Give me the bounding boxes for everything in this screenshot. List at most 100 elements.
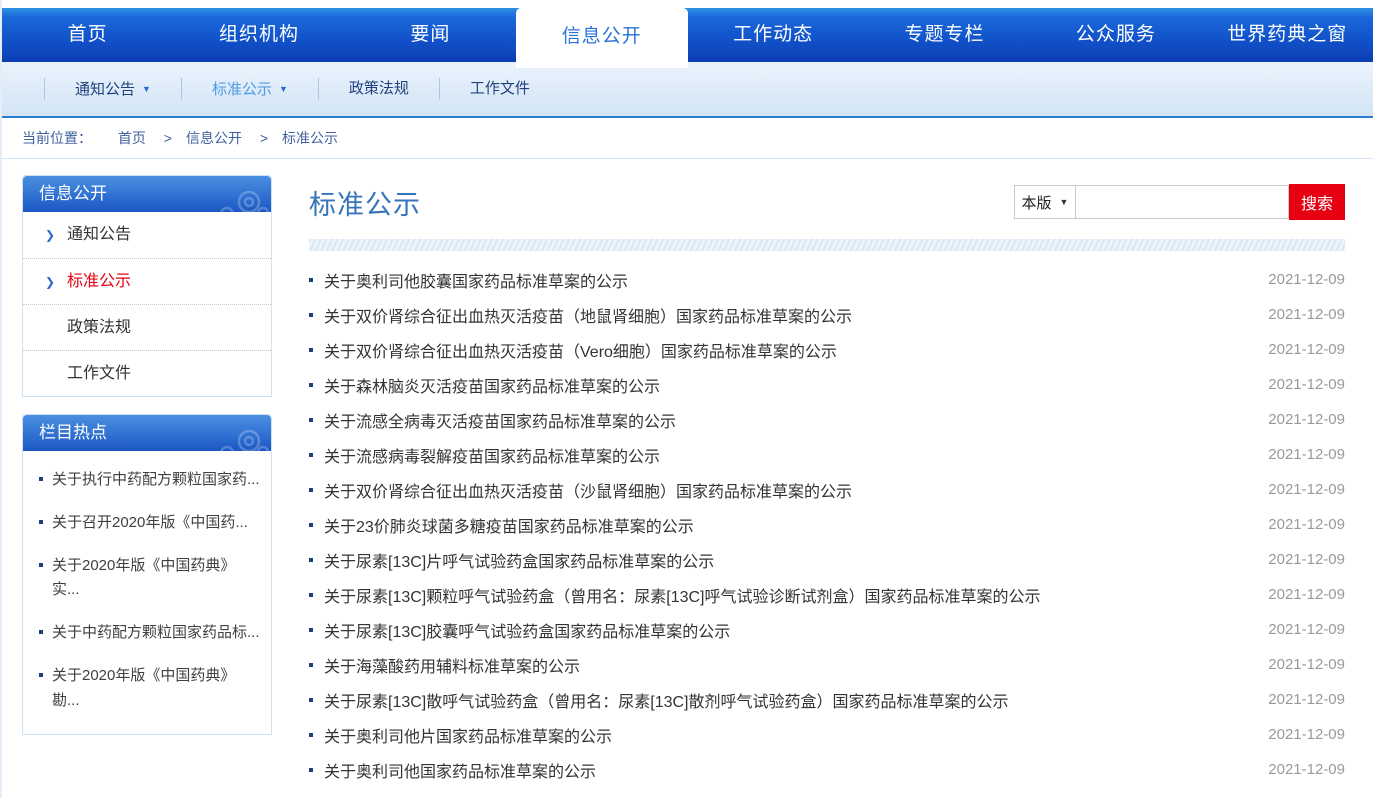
article-row[interactable]: 关于尿素[13C]颗粒呼气试验药盒（曾用名：尿素[13C]呼气试验诊断试剂盒）国… <box>309 577 1345 612</box>
bullet-icon <box>309 663 313 667</box>
primary-nav-item[interactable]: 首页 <box>2 8 173 62</box>
primary-nav-item[interactable]: 世界药典之窗 <box>1202 8 1373 62</box>
content-area: 信息公开 ❯ 通知公告 ❯ <box>2 159 1373 787</box>
article-title[interactable]: 关于奥利司他片国家药品标准草案的公示 <box>324 723 1248 747</box>
article-row[interactable]: 关于尿素[13C]片呼气试验药盒国家药品标准草案的公示 2021-12-09 <box>309 542 1345 577</box>
hot-topic-link[interactable]: 关于2020年版《中国药典》实... <box>39 545 261 613</box>
primary-nav-item[interactable]: 组织机构 <box>173 8 344 62</box>
breadcrumb-link[interactable]: 信息公开 <box>186 130 242 146</box>
article-title[interactable]: 关于双价肾综合征出血热灭活疫苗（Vero细胞）国家药品标准草案的公示 <box>324 338 1248 362</box>
search-input[interactable] <box>1076 185 1289 219</box>
article-title[interactable]: 关于23价肺炎球菌多糖疫苗国家药品标准草案的公示 <box>324 513 1248 537</box>
breadcrumb-separator: > <box>260 130 268 146</box>
primary-nav-label: 世界药典之窗 <box>1227 24 1347 45</box>
bullet-icon <box>309 348 313 352</box>
sidebar-menu-title-text: 信息公开 <box>39 184 107 203</box>
arrow-right-icon: ❯ <box>45 259 55 305</box>
sidebar-menu-item[interactable]: ❯ 政策法规 <box>23 304 271 350</box>
secondary-nav-label: 工作文件 <box>470 80 530 97</box>
primary-nav-item[interactable]: 信息公开 <box>516 8 687 68</box>
article-row[interactable]: 关于尿素[13C]胶囊呼气试验药盒国家药品标准草案的公示 2021-12-09 <box>309 612 1345 647</box>
hot-topic-link[interactable]: 关于执行中药配方颗粒国家药... <box>39 459 261 502</box>
article-row[interactable]: 关于双价肾综合征出血热灭活疫苗（地鼠肾细胞）国家药品标准草案的公示 2021-1… <box>309 297 1345 332</box>
article-row[interactable]: 关于23价肺炎球菌多糖疫苗国家药品标准草案的公示 2021-12-09 <box>309 507 1345 542</box>
article-row[interactable]: 关于奥利司他胶囊国家药品标准草案的公示 2021-12-09 <box>309 262 1345 297</box>
arrow-right-icon: ❯ <box>45 212 55 258</box>
primary-nav-label: 专题专栏 <box>905 24 985 45</box>
article-title[interactable]: 关于尿素[13C]片呼气试验药盒国家药品标准草案的公示 <box>324 548 1248 572</box>
article-title[interactable]: 关于奥利司他国家药品标准草案的公示 <box>324 758 1248 782</box>
article-title[interactable]: 关于奥利司他胶囊国家药品标准草案的公示 <box>324 268 1248 292</box>
article-date: 2021-12-09 <box>1268 726 1345 743</box>
secondary-nav-label: 政策法规 <box>349 80 409 97</box>
article-row[interactable]: 关于奥利司他片国家药品标准草案的公示 2021-12-09 <box>309 717 1345 752</box>
search-button[interactable]: 搜索 <box>1289 184 1345 220</box>
article-date: 2021-12-09 <box>1268 271 1345 288</box>
article-title[interactable]: 关于尿素[13C]胶囊呼气试验药盒国家药品标准草案的公示 <box>324 618 1248 642</box>
article-date: 2021-12-09 <box>1268 761 1345 778</box>
bullet-icon <box>309 733 313 737</box>
article-row[interactable]: 关于奥利司他国家药品标准草案的公示 2021-12-09 <box>309 752 1345 787</box>
secondary-nav-item[interactable]: 工作文件▼ <box>439 78 560 100</box>
bullet-icon <box>309 488 313 492</box>
bullet-icon <box>309 278 313 282</box>
article-row[interactable]: 关于海藻酸药用辅料标准草案的公示 2021-12-09 <box>309 647 1345 682</box>
sidebar-menu-item-label: 政策法规 <box>67 319 131 336</box>
article-title[interactable]: 关于双价肾综合征出血热灭活疫苗（地鼠肾细胞）国家药品标准草案的公示 <box>324 303 1248 327</box>
bullet-icon <box>309 593 313 597</box>
article-title[interactable]: 关于流感全病毒灭活疫苗国家药品标准草案的公示 <box>324 408 1248 432</box>
primary-nav-item[interactable]: 公众服务 <box>1030 8 1201 62</box>
hot-topic-link[interactable]: 关于2020年版《中国药典》勘... <box>39 655 261 723</box>
sidebar-menu-item-label: 通知公告 <box>67 226 131 243</box>
secondary-nav-item[interactable]: 通知公告▼ <box>44 78 181 100</box>
secondary-nav-label: 标准公示 <box>212 81 272 98</box>
primary-nav-label: 信息公开 <box>562 26 642 47</box>
primary-nav-label: 要闻 <box>410 24 450 45</box>
article-date: 2021-12-09 <box>1268 656 1345 673</box>
article-row[interactable]: 关于尿素[13C]散呼气试验药盒（曾用名：尿素[13C]散剂呼气试验药盒）国家药… <box>309 682 1345 717</box>
chevron-down-icon: ▼ <box>279 78 288 100</box>
article-title[interactable]: 关于森林脑炎灭活疫苗国家药品标准草案的公示 <box>324 373 1248 397</box>
breadcrumb-link[interactable]: 首页 <box>118 130 146 146</box>
secondary-nav-label: 通知公告 <box>75 81 135 98</box>
hot-topics-list: 关于执行中药配方颗粒国家药... 关于召开2020年版《中国药... 关于202… <box>23 451 271 734</box>
sidebar-menu-title: 信息公开 <box>23 176 271 212</box>
sidebar-menu-item[interactable]: ❯ 通知公告 <box>23 212 271 258</box>
secondary-nav-item[interactable]: 政策法规▼ <box>318 78 439 100</box>
bullet-icon <box>309 453 313 457</box>
article-row[interactable]: 关于森林脑炎灭活疫苗国家药品标准草案的公示 2021-12-09 <box>309 367 1345 402</box>
article-row[interactable]: 关于流感病毒裂解疫苗国家药品标准草案的公示 2021-12-09 <box>309 437 1345 472</box>
article-date: 2021-12-09 <box>1268 446 1345 463</box>
hot-topic-link[interactable]: 关于召开2020年版《中国药... <box>39 502 261 545</box>
article-title[interactable]: 关于尿素[13C]散呼气试验药盒（曾用名：尿素[13C]散剂呼气试验药盒）国家药… <box>324 688 1248 712</box>
article-date: 2021-12-09 <box>1268 621 1345 638</box>
hot-topic-link[interactable]: 关于中药配方颗粒国家药品标... <box>39 612 261 655</box>
article-row[interactable]: 关于流感全病毒灭活疫苗国家药品标准草案的公示 2021-12-09 <box>309 402 1345 437</box>
article-title[interactable]: 关于海藻酸药用辅料标准草案的公示 <box>324 653 1248 677</box>
sidebar-menu-box: 信息公开 ❯ 通知公告 ❯ <box>22 175 272 397</box>
article-date: 2021-12-09 <box>1268 411 1345 428</box>
article-date: 2021-12-09 <box>1268 551 1345 568</box>
main-header: 标准公示 本版 ▼ 搜索 <box>309 175 1345 222</box>
article-title[interactable]: 关于双价肾综合征出血热灭活疫苗（沙鼠肾细胞）国家药品标准草案的公示 <box>324 478 1248 502</box>
article-row[interactable]: 关于双价肾综合征出血热灭活疫苗（Vero细胞）国家药品标准草案的公示 2021-… <box>309 332 1345 367</box>
primary-nav-item[interactable]: 要闻 <box>345 8 516 62</box>
breadcrumb-link[interactable]: 标准公示 <box>282 130 338 146</box>
primary-nav: 首页 组织机构 要闻 信息公开 工作动态 专题专栏 公众服务 世界药典之窗 <box>2 8 1373 62</box>
primary-nav-item[interactable]: 专题专栏 <box>859 8 1030 62</box>
secondary-nav-item[interactable]: 标准公示 ▼ <box>181 78 318 100</box>
primary-nav-label: 组织机构 <box>219 24 299 45</box>
article-list: 关于奥利司他胶囊国家药品标准草案的公示 2021-12-09 关于双价肾综合征出… <box>309 262 1345 787</box>
bullet-icon <box>309 418 313 422</box>
primary-nav-label: 公众服务 <box>1076 24 1156 45</box>
article-row[interactable]: 关于双价肾综合征出血热灭活疫苗（沙鼠肾细胞）国家药品标准草案的公示 2021-1… <box>309 472 1345 507</box>
primary-nav-item[interactable]: 工作动态 <box>688 8 859 62</box>
search-scope-select[interactable]: 本版 ▼ <box>1014 185 1076 219</box>
article-date: 2021-12-09 <box>1268 376 1345 393</box>
sidebar-menu-item[interactable]: ❯ 标准公示 <box>23 258 271 304</box>
article-title[interactable]: 关于尿素[13C]颗粒呼气试验药盒（曾用名：尿素[13C]呼气试验诊断试剂盒）国… <box>324 583 1248 607</box>
sidebar-menu-item-label: 工作文件 <box>67 365 131 382</box>
bullet-icon <box>309 558 313 562</box>
sidebar-menu-item[interactable]: ❯ 工作文件 <box>23 350 271 396</box>
article-title[interactable]: 关于流感病毒裂解疫苗国家药品标准草案的公示 <box>324 443 1248 467</box>
